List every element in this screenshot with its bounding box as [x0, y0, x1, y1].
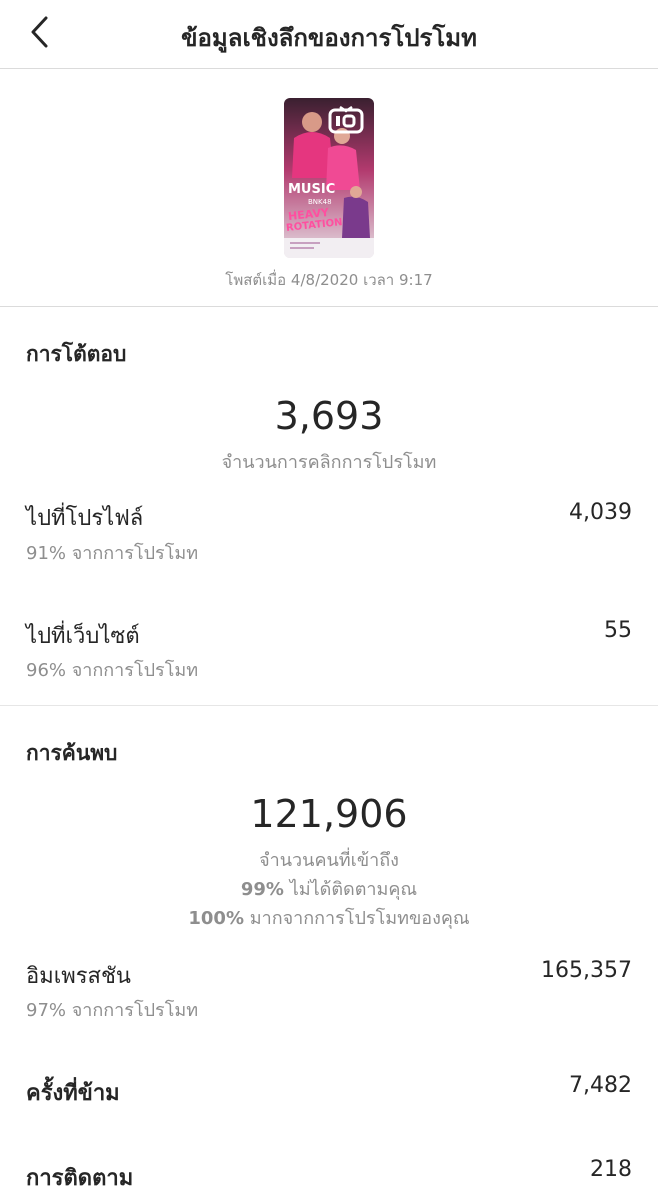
- impressions-label: อิมเพรสชัน: [26, 964, 131, 989]
- reach-label: จำนวนคนที่เข้าถึง: [259, 850, 399, 871]
- profile-visits-label: ไปที่โปรไฟล์: [26, 506, 144, 531]
- follows-value: 218: [590, 1157, 632, 1182]
- nav-header: ข้อมูลเชิงลึกของการโปรโมท: [0, 0, 658, 69]
- page-title: ข้อมูลเชิงลึกของการโปรโมท: [181, 24, 477, 52]
- reach-from-promo-label: มากจากการโปรโมทของคุณ: [249, 908, 470, 929]
- impressions-value: 165,357: [541, 958, 632, 983]
- profile-visits-value: 4,039: [569, 500, 632, 525]
- impressions-sub: 97% จากการโปรโมท: [26, 1000, 199, 1021]
- skips-label: ครั้งที่ข้าม: [26, 1081, 120, 1106]
- igtv-icon: [328, 105, 364, 134]
- website-visits-value: 55: [604, 618, 632, 643]
- website-visits-label: ไปที่เว็บไซต์: [26, 624, 140, 649]
- promo-clicks-total: 3,693: [274, 394, 384, 438]
- reach-total: 121,906: [250, 792, 408, 836]
- reach-not-following: 99% ไม่ได้ติดตามคุณ: [0, 874, 658, 903]
- follows-label: การติดตาม: [26, 1166, 134, 1191]
- reach-not-following-pct: 99%: [240, 879, 284, 900]
- skips-value: 7,482: [569, 1073, 632, 1098]
- section-title-interactions: การโต้ตอบ: [26, 342, 127, 366]
- section-divider: [0, 705, 658, 706]
- post-preview: MUSIC BNK48 HEAVY ROTATION โพสต์เมื่อ 4/…: [0, 68, 658, 307]
- section-title-discovery: การค้นพบ: [26, 741, 118, 765]
- reach-from-promo-pct: 100%: [188, 908, 244, 929]
- reach-from-promo: 100% มากจากการโปรโมทของคุณ: [0, 903, 658, 932]
- promo-clicks-label: จำนวนการคลิกการโปรโมท: [221, 452, 437, 473]
- reach-not-following-label: ไม่ได้ติดตามคุณ: [289, 879, 418, 900]
- thumb-group-text: BNK48: [308, 198, 332, 206]
- post-thumbnail[interactable]: MUSIC BNK48 HEAVY ROTATION: [284, 98, 374, 258]
- thumb-music-text: MUSIC: [288, 182, 336, 197]
- website-visits-sub: 96% จากการโปรโมท: [26, 660, 199, 681]
- post-timestamp: โพสต์เมื่อ 4/8/2020 เวลา 9:17: [225, 271, 433, 289]
- profile-visits-sub: 91% จากการโปรโมท: [26, 543, 199, 564]
